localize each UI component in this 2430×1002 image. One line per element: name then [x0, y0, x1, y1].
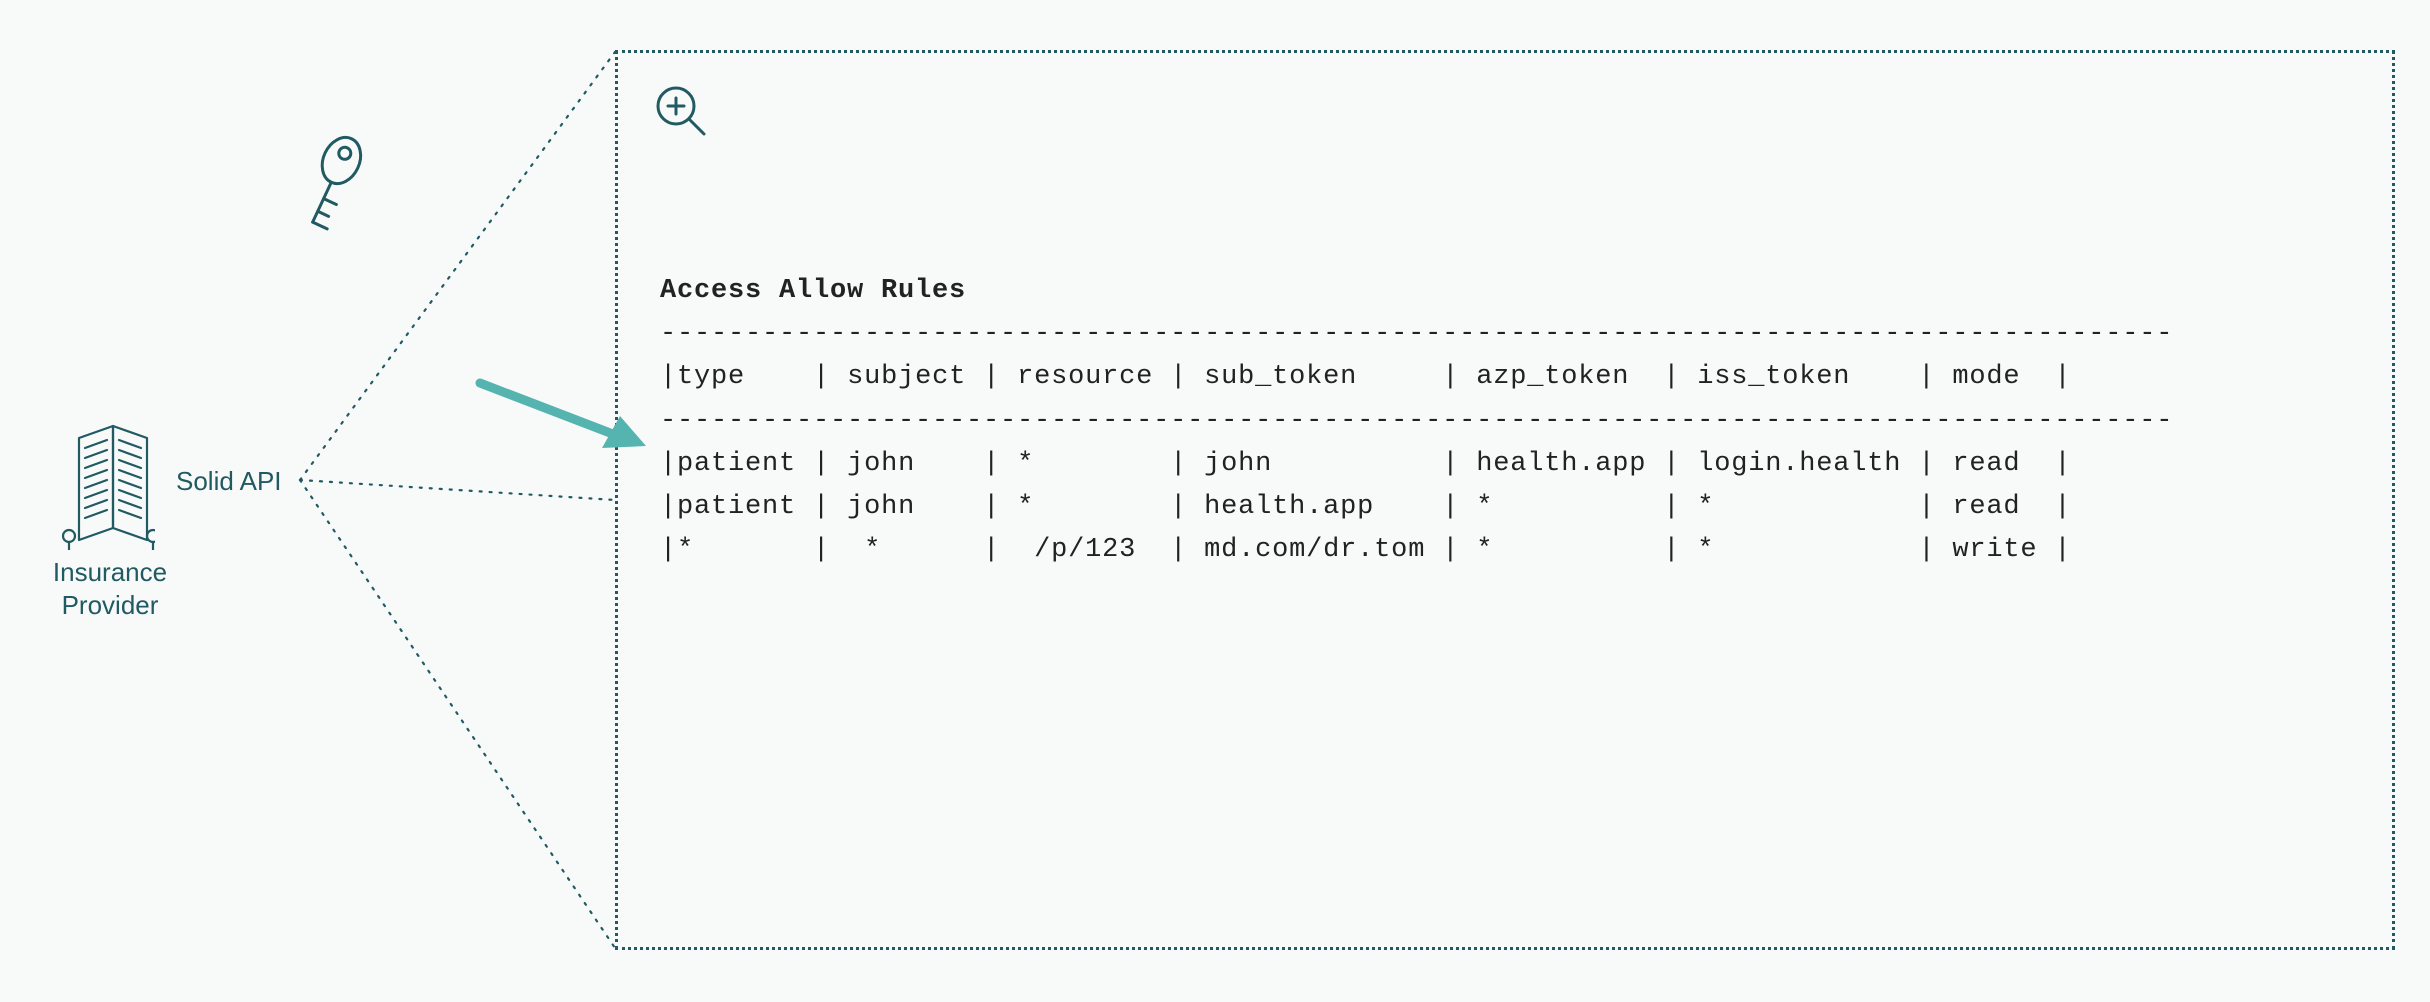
rules-header-row: |type | subject | resource | sub_token |…: [660, 362, 2071, 392]
access-rules-block: Access Allow Rules ---------------------…: [660, 270, 2173, 572]
table-row: |* | * | /p/123 | md.com/dr.tom | * | * …: [660, 535, 2071, 565]
provider-label: Insurance Provider: [20, 556, 200, 621]
key-icon: [280, 130, 380, 240]
diagram-stage: Solid API Insurance Provider: [0, 0, 2430, 1002]
table-row: |patient | john | * | john | health.app …: [660, 449, 2071, 479]
arrow-icon: [470, 358, 650, 458]
zoom-in-icon: [650, 80, 710, 140]
rules-hr2: ----------------------------------------…: [660, 406, 2173, 436]
rules-title: Access Allow Rules: [660, 276, 966, 306]
table-row: |patient | john | * | health.app | * | *…: [660, 492, 2071, 522]
provider-label-line1: Insurance: [53, 557, 167, 587]
provider-label-line2: Provider: [62, 590, 159, 620]
building-icon: [55, 420, 155, 550]
rules-hr1: ----------------------------------------…: [660, 319, 2173, 349]
api-label: Solid API: [176, 466, 282, 497]
